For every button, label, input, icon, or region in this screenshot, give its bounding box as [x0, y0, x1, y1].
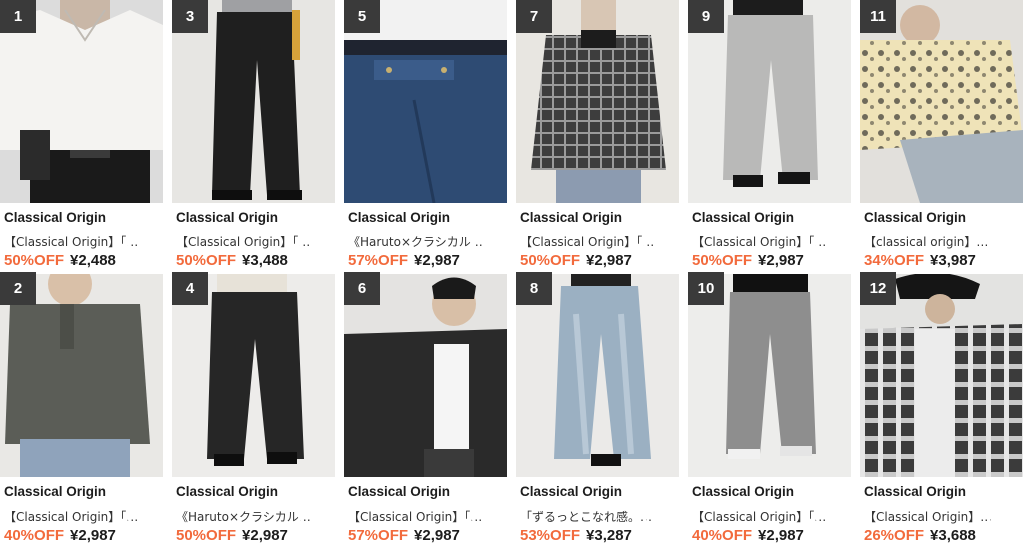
discount-label: 40%OFF [4, 527, 65, 544]
brand-name[interactable]: Classical Origin [4, 210, 106, 225]
rank-badge: 3 [172, 0, 208, 33]
price-line: 26%OFF ¥3,688 [864, 527, 976, 544]
price: ¥3,488 [242, 252, 288, 269]
price-line: 40%OFF ¥2,987 [692, 527, 804, 544]
price-line: 53%OFF ¥3,287 [520, 527, 632, 544]
rank-badge: 2 [0, 272, 36, 305]
discount-label: 50%OFF [4, 252, 65, 269]
price: ¥3,987 [930, 252, 976, 269]
discount-label: 57%OFF [348, 527, 409, 544]
price: ¥2,987 [758, 252, 804, 269]
product-card[interactable]: 4 Classical Origin 《Haruto×クラシカル… 50%OFF… [172, 272, 335, 545]
brand-name[interactable]: Classical Origin [4, 484, 106, 499]
price-line: 50%OFF ¥3,488 [176, 252, 288, 269]
brand-name[interactable]: Classical Origin [176, 484, 278, 499]
price-line: 50%OFF ¥2,987 [520, 252, 632, 269]
brand-name[interactable]: Classical Origin [348, 484, 450, 499]
heart-outline-icon[interactable] [471, 509, 499, 535]
price-line: 50%OFF ¥2,488 [4, 252, 116, 269]
heart-outline-icon[interactable] [643, 509, 671, 535]
discount-label: 26%OFF [864, 527, 925, 544]
heart-outline-icon[interactable] [987, 236, 1015, 262]
price: ¥2,987 [414, 527, 460, 544]
heart-outline-icon[interactable] [127, 509, 155, 535]
product-grid: 1 Classical Origin 【Classical Origin】「… … [0, 0, 1024, 545]
rank-badge: 12 [860, 272, 896, 305]
price: ¥2,488 [70, 252, 116, 269]
brand-name[interactable]: Classical Origin [520, 484, 622, 499]
price-line: 50%OFF ¥2,987 [176, 527, 288, 544]
brand-name[interactable]: Classical Origin [692, 484, 794, 499]
heart-outline-icon[interactable] [299, 509, 327, 535]
price: ¥3,287 [586, 527, 632, 544]
product-card[interactable]: 1 Classical Origin 【Classical Origin】「… … [0, 0, 163, 272]
discount-label: 50%OFF [176, 252, 237, 269]
rank-badge: 11 [860, 0, 896, 33]
price: ¥2,987 [414, 252, 460, 269]
rank-badge: 8 [516, 272, 552, 305]
heart-outline-icon[interactable] [299, 236, 327, 262]
product-card[interactable]: 5 Classical Origin 《Haruto×クラシカル… 57%OFF… [344, 0, 507, 272]
brand-name[interactable]: Classical Origin [864, 210, 966, 225]
brand-name[interactable]: Classical Origin [348, 210, 450, 225]
price: ¥2,987 [586, 252, 632, 269]
rank-badge: 7 [516, 0, 552, 33]
product-card[interactable]: 9 Classical Origin 【Classical Origin】「… … [688, 0, 851, 272]
discount-label: 50%OFF [520, 252, 581, 269]
price: ¥2,987 [242, 527, 288, 544]
price-line: 34%OFF ¥3,987 [864, 252, 976, 269]
discount-label: 40%OFF [692, 527, 753, 544]
price: ¥2,987 [70, 527, 116, 544]
product-card[interactable]: 7 Classical Origin 【Classical Origin】「… … [516, 0, 679, 272]
rank-badge: 6 [344, 272, 380, 305]
discount-label: 34%OFF [864, 252, 925, 269]
product-card[interactable]: 8 Classical Origin 「ずるっとこなれ感。… 53%OFF ¥3,… [516, 272, 679, 545]
product-card[interactable]: 12 Classical Origin 【Classical Origin】… … [860, 272, 1023, 545]
heart-outline-icon[interactable] [815, 236, 843, 262]
price-line: 40%OFF ¥2,987 [4, 527, 116, 544]
price: ¥3,688 [930, 527, 976, 544]
product-card[interactable]: 10 Classical Origin 【Classical Origin】「…… [688, 272, 851, 545]
heart-outline-icon[interactable] [127, 236, 155, 262]
product-card[interactable]: 6 Classical Origin 【Classical Origin】「… … [344, 272, 507, 545]
brand-name[interactable]: Classical Origin [176, 210, 278, 225]
price: ¥2,987 [758, 527, 804, 544]
rank-badge: 4 [172, 272, 208, 305]
brand-name[interactable]: Classical Origin [864, 484, 966, 499]
heart-outline-icon[interactable] [987, 509, 1015, 535]
rank-badge: 1 [0, 0, 36, 33]
product-card[interactable]: 2 Classical Origin 【Classical Origin】「… … [0, 272, 163, 545]
rank-badge: 5 [344, 0, 380, 33]
rank-badge: 9 [688, 0, 724, 33]
product-card[interactable]: 3 Classical Origin 【Classical Origin】「… … [172, 0, 335, 272]
discount-label: 53%OFF [520, 527, 581, 544]
heart-outline-icon[interactable] [815, 509, 843, 535]
price-line: 57%OFF ¥2,987 [348, 527, 460, 544]
heart-outline-icon[interactable] [471, 236, 499, 262]
rank-badge: 10 [688, 272, 724, 305]
product-card[interactable]: 11 Classical Origin 【classical origin】… … [860, 0, 1023, 272]
discount-label: 50%OFF [176, 527, 237, 544]
brand-name[interactable]: Classical Origin [692, 210, 794, 225]
heart-outline-icon[interactable] [643, 236, 671, 262]
price-line: 50%OFF ¥2,987 [692, 252, 804, 269]
discount-label: 50%OFF [692, 252, 753, 269]
brand-name[interactable]: Classical Origin [520, 210, 622, 225]
price-line: 57%OFF ¥2,987 [348, 252, 460, 269]
discount-label: 57%OFF [348, 252, 409, 269]
